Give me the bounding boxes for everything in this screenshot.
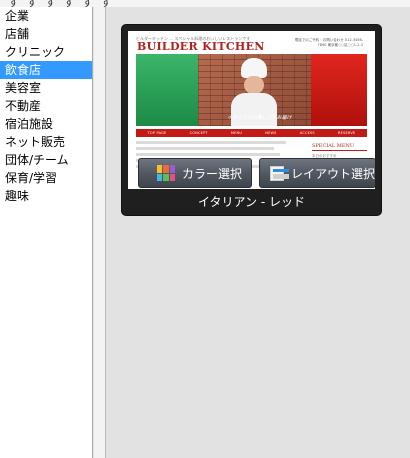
category-item[interactable]: 店舗 [0,25,92,43]
preview-brand: BUILDER KITCHEN [137,40,265,53]
category-item[interactable]: クリニック [0,43,92,61]
layout-select-button[interactable]: レイアウト選択 [259,158,375,188]
preview-nav-item: ACCESS [299,131,315,135]
hero-chef-photo: イタリアンの楽しさをお届け [198,54,311,126]
category-item[interactable]: 宿泊施設 [0,115,92,133]
chef-face-shape [244,76,264,94]
preview-special-title: SPECIAL MENU [312,143,355,149]
chef-body-shape [231,93,277,126]
color-select-button[interactable]: カラー選択 [138,158,252,188]
category-list-scrollbar[interactable] [94,7,106,458]
category-item[interactable]: 保育/学習 [0,169,92,187]
category-item[interactable]: 不動産 [0,97,92,115]
preview-nav-item: TOP PAGE [147,131,167,135]
category-item[interactable]: 企業 [0,7,92,25]
top-band: す す す す す す [0,0,410,9]
hero-green-panel [136,54,198,126]
preview-nav-item: CONCEPT [189,131,208,135]
preview-nav-item: MENU [230,131,243,135]
category-item[interactable]: 趣味 [0,187,92,205]
category-item[interactable]: ネット販売 [0,133,92,151]
preview-nav-item: NEWS [265,131,277,135]
category-item[interactable]: 飲食店 [0,61,92,79]
preview-contact: 電話でのご予約・お問い合わせ 012-3456-7890 東京都○○区○○1-2… [294,38,363,47]
color-select-label: カラー選択 [182,166,243,181]
hero-caption: イタリアンの楽しさをお届け [227,115,292,121]
template-preview[interactable]: ビルダーキッチン … スペシャル料理のおいしいレストランです BUILDER K… [128,31,375,189]
template-card[interactable]: ビルダーキッチン … スペシャル料理のおいしいレストランです BUILDER K… [121,24,382,216]
category-item[interactable]: 美容室 [0,79,92,97]
preview-hero: イタリアンの楽しさをお届け [136,54,367,126]
layout-icon [270,165,289,181]
chef-hat-shape [241,58,267,78]
preview-nav-item: RESERVE [338,131,356,135]
category-item[interactable]: 団体/チーム [0,151,92,169]
preview-nav: TOP PAGE CONCEPT MENU NEWS ACCESS RESERVE [136,129,367,137]
template-name: イタリアン - レッド [198,195,305,209]
color-palette-icon [157,165,175,181]
template-gallery: ビルダーキッチン … スペシャル料理のおいしいレストランです BUILDER K… [107,7,410,458]
layout-select-label: レイアウト選択 [290,166,375,181]
preview-special-divider [312,150,367,151]
hero-red-panel [311,54,367,126]
category-list[interactable]: 企業 店舗 クリニック 飲食店 美容室 不動産 宿泊施設 ネット販売 団体/チーム 保育/学習 趣味 [0,7,93,458]
